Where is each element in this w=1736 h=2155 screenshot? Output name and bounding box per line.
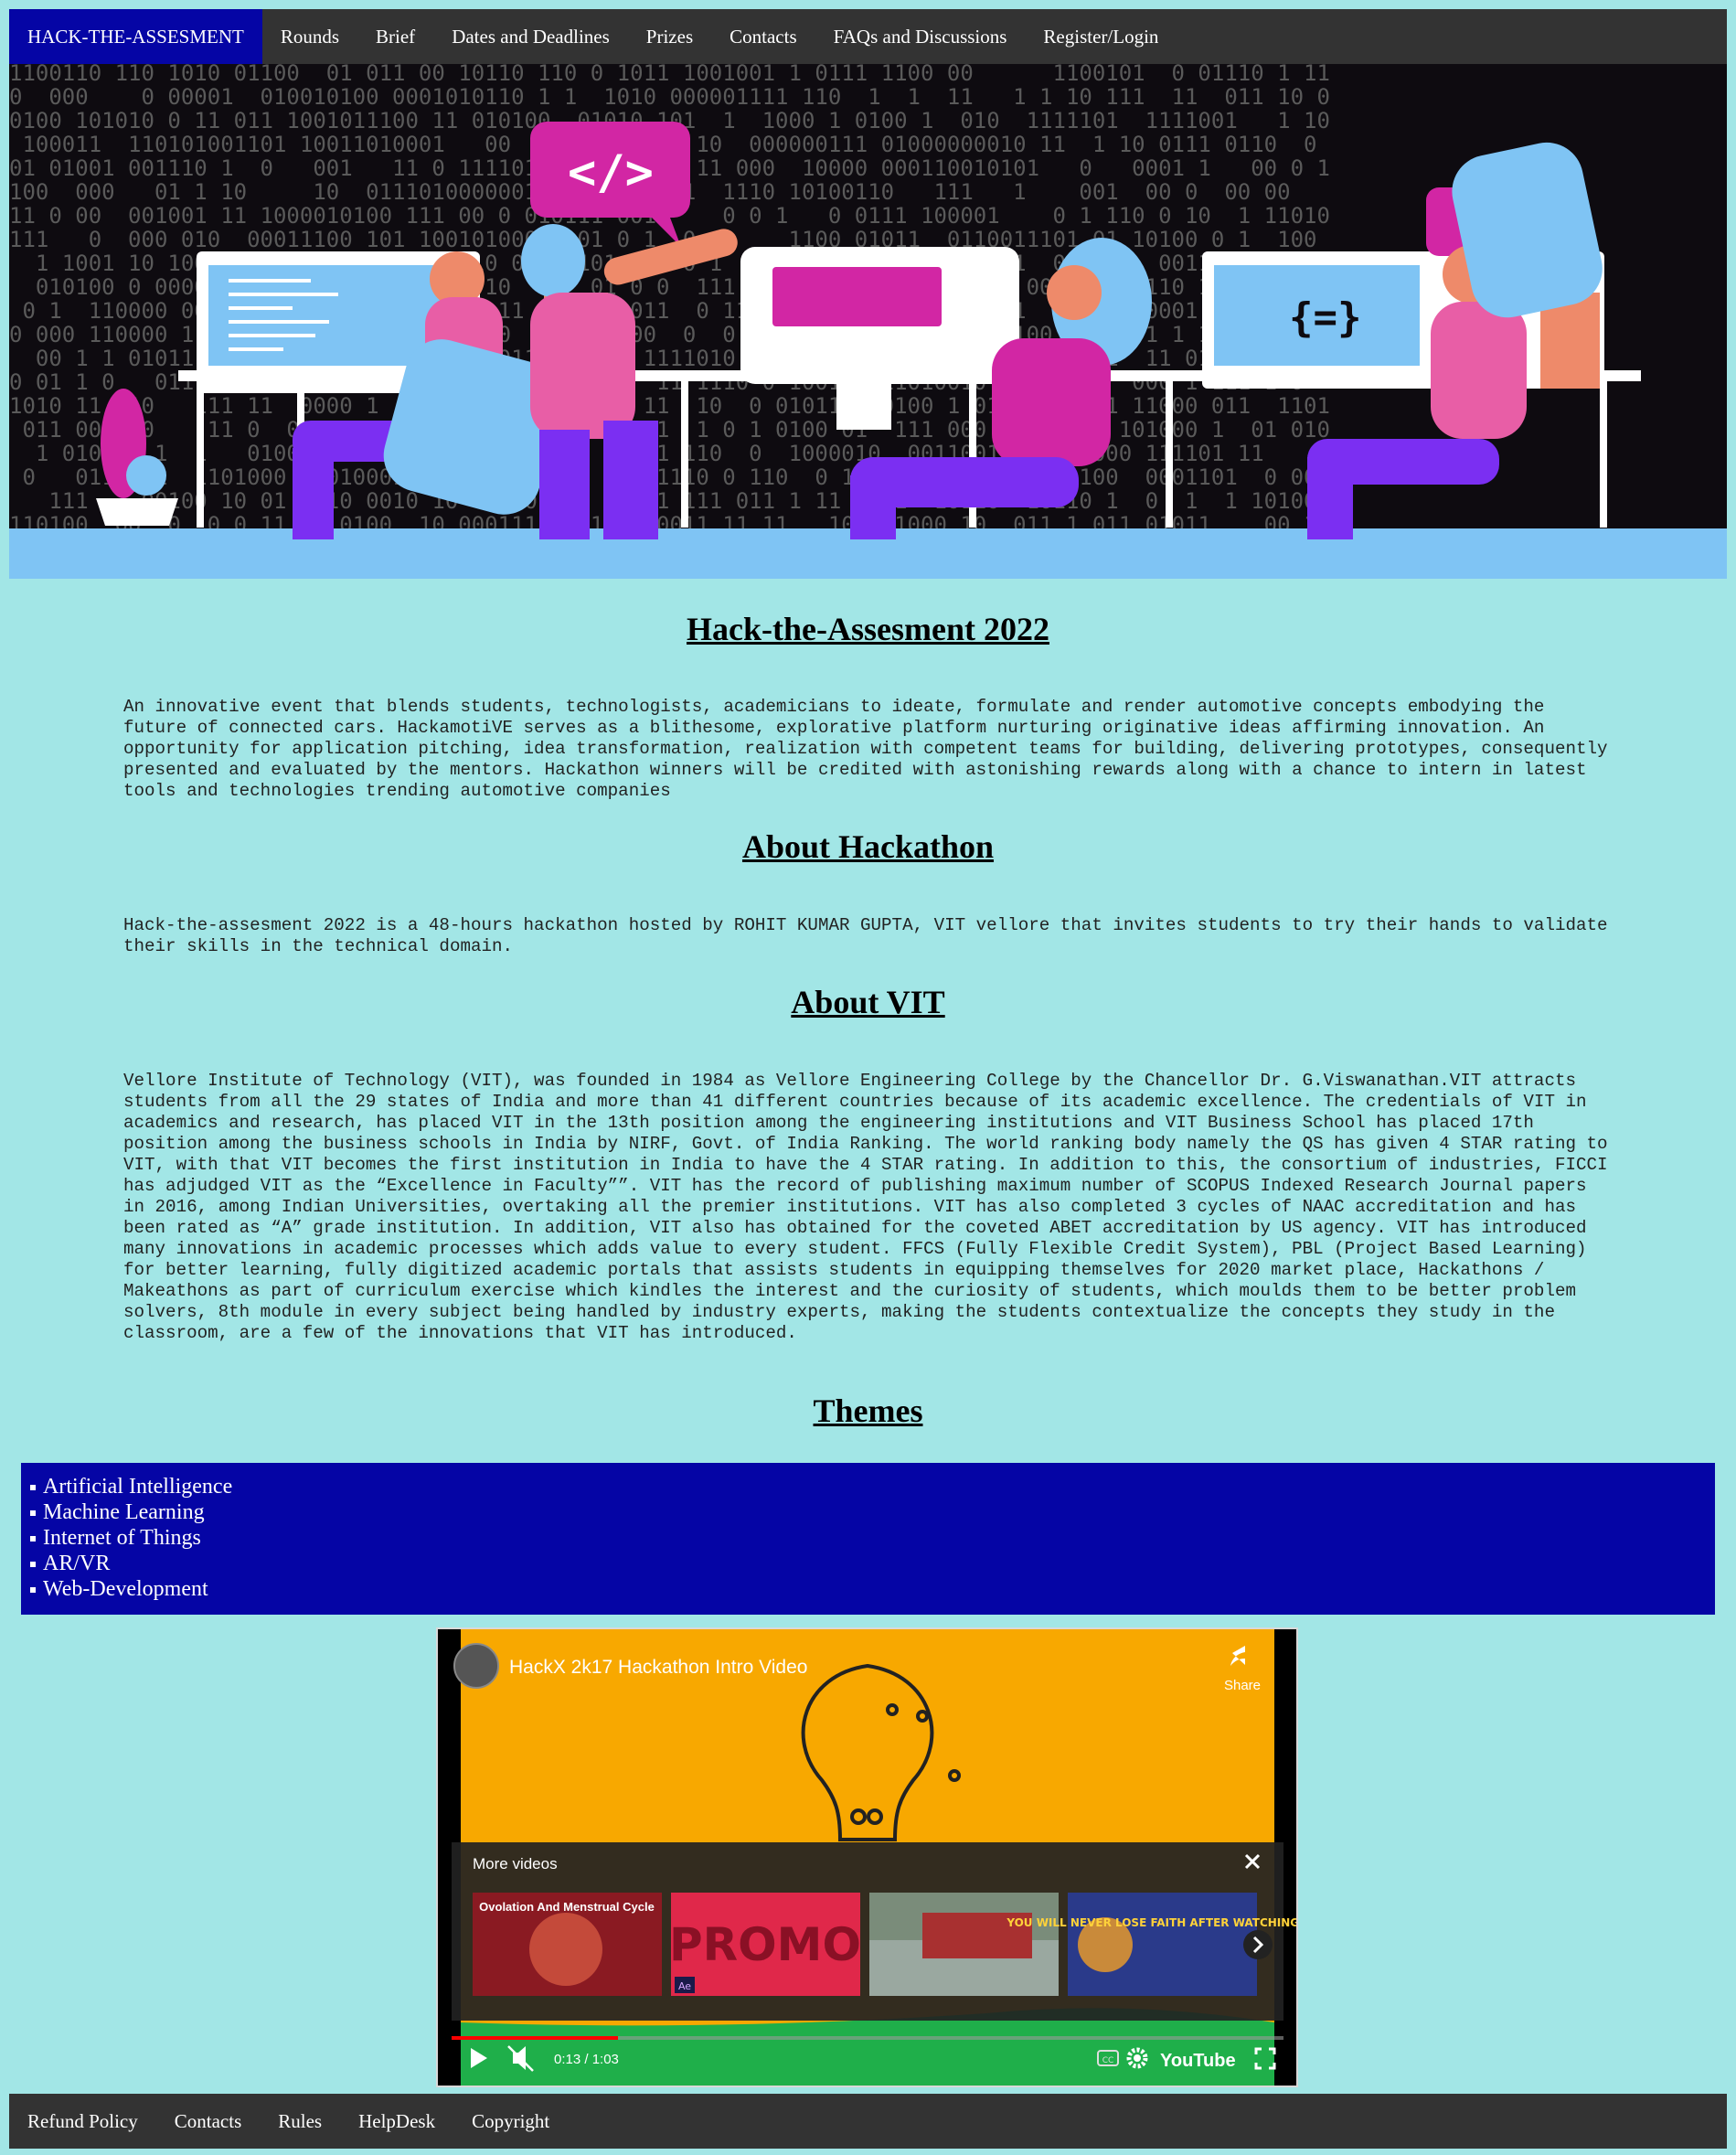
youtube-logo[interactable]: YouTube <box>1160 2051 1236 2071</box>
video-thumbnail[interactable] <box>869 1893 1059 1996</box>
footer-navbar: Refund Policy Contacts Rules HelpDesk Co… <box>9 2094 1727 2149</box>
video-time: 0:13 / 1:03 <box>554 2052 619 2067</box>
about-vit-paragraph: Vellore Institute of Technology (VIT), w… <box>123 1071 1608 1343</box>
page-title: Hack-the-Assesment 2022 <box>687 611 1049 647</box>
chevron-right-icon[interactable] <box>1243 1930 1273 1959</box>
theme-item: Machine Learning <box>30 1499 1715 1525</box>
theme-item: Artificial Intelligence <box>30 1474 1715 1499</box>
about-hackathon-paragraph: Hack-the-assesment 2022 is a 48-hours ha… <box>123 915 1608 956</box>
svg-text:CC: CC <box>1102 2056 1114 2065</box>
top-navbar: HACK-THE-ASSESMENT Rounds Brief Dates an… <box>9 9 1727 64</box>
nav-link-prizes[interactable]: Prizes <box>628 9 711 64</box>
nav-link-contacts[interactable]: Contacts <box>711 9 815 64</box>
binary-row: 0 000 0 00001 010010100 0001010110 1 1 1… <box>9 84 1330 110</box>
svg-text:YOU WILL NEVER LOSE FAITH AFTE: YOU WILL NEVER LOSE FAITH AFTER WATCHING… <box>1006 1916 1296 1929</box>
svg-text:Ovolation And Menstrual Cycle: Ovolation And Menstrual Cycle <box>479 1900 655 1914</box>
footer-link-helpdesk[interactable]: HelpDesk <box>340 2110 453 2133</box>
binary-row: 1 01011 1 1 0100 00100 00 0010111101 0 0… <box>9 441 1330 466</box>
share-label[interactable]: Share <box>1224 1678 1261 1693</box>
more-videos-label: More videos <box>473 1855 558 1872</box>
nav-link-brief[interactable]: Brief <box>357 9 433 64</box>
video-channel-avatar[interactable] <box>453 1643 499 1689</box>
video-progress-fill <box>452 2036 618 2040</box>
binary-row: 1010 11 10 111 11 0000 1 00 01 00 111 00… <box>9 393 1330 419</box>
binary-row: 1100110 110 1010 01100 01 011 00 10110 1… <box>9 64 1330 86</box>
intro-paragraph: An innovative event that blends students… <box>123 697 1608 801</box>
svg-text:Ae: Ae <box>678 1980 691 1992</box>
svg-text:</>: </> <box>568 145 654 200</box>
hero-banner-image: 1100110 110 1010 01100 01 011 00 10110 1… <box>9 64 1727 579</box>
binary-row: 0 0110 01 1101000 1010001 10000 0010 0 0… <box>9 464 1330 490</box>
binary-row: 111 00100 10 01 110 0010 10 1 00 100 1 1… <box>9 488 1330 514</box>
binary-row: 011 001 0 11 0 00 1 1 0 0010100011 01 0 … <box>9 417 1330 443</box>
video-title[interactable]: HackX 2k17 Hackathon Intro Video <box>509 1657 807 1678</box>
svg-text:PROMO: PROMO <box>669 1918 861 1971</box>
about-hackathon-heading: About Hackathon <box>741 828 995 865</box>
footer-link-contacts[interactable]: Contacts <box>156 2110 261 2133</box>
footer-link-copyright[interactable]: Copyright <box>453 2110 568 2133</box>
nav-link-register[interactable]: Register/Login <box>1025 9 1177 64</box>
themes-heading: Themes <box>813 1392 923 1429</box>
nav-link-rounds[interactable]: Rounds <box>262 9 357 64</box>
theme-item: AR/VR <box>30 1551 1715 1576</box>
video-thumbnail[interactable]: Ovolation And Menstrual Cycle <box>473 1893 662 1996</box>
theme-item: Internet of Things <box>30 1525 1715 1551</box>
footer-link-refund-policy[interactable]: Refund Policy <box>9 2110 156 2133</box>
nav-brand-link[interactable]: HACK-THE-ASSESMENT <box>9 9 262 64</box>
nav-link-faqs[interactable]: FAQs and Discussions <box>815 9 1026 64</box>
theme-item: Web-Development <box>30 1576 1715 1602</box>
video-thumbnail[interactable]: PROMO Ae <box>669 1893 861 1996</box>
themes-list-box: Artificial Intelligence Machine Learning… <box>21 1463 1715 1615</box>
code-braces-icon: {=} <box>1289 294 1361 341</box>
footer-link-rules[interactable]: Rules <box>260 2110 340 2133</box>
youtube-video-embed[interactable]: HackX 2k17 Hackathon Intro Video Share M… <box>436 1627 1298 2087</box>
nav-link-dates[interactable]: Dates and Deadlines <box>433 9 628 64</box>
about-vit-heading: About VIT <box>791 984 945 1020</box>
